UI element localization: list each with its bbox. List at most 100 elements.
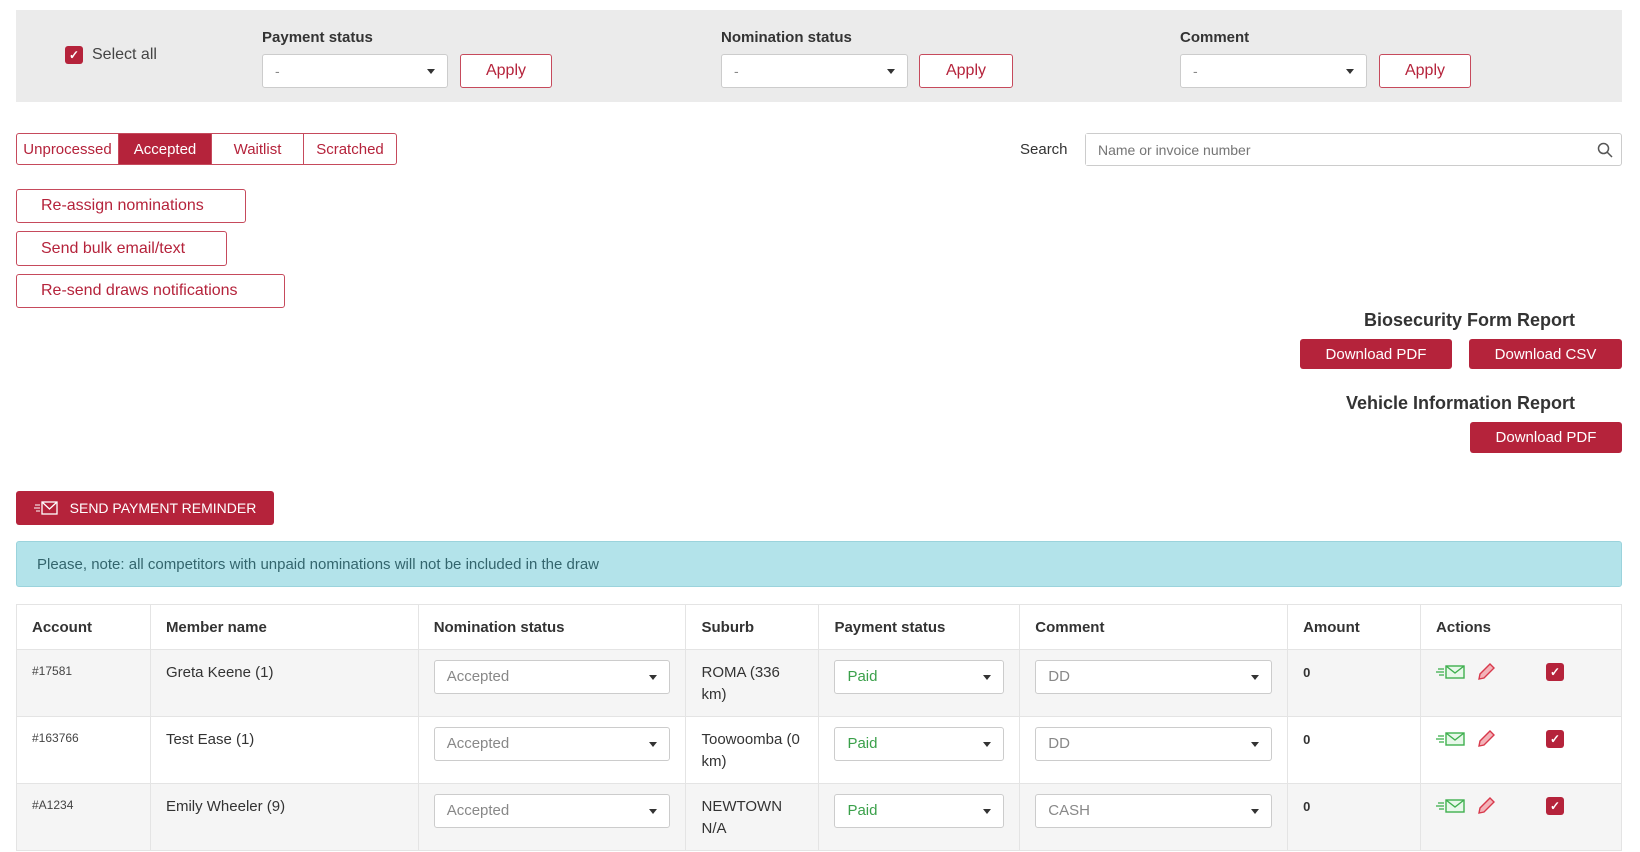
header-amount: Amount: [1287, 604, 1422, 650]
send-payment-reminder-button[interactable]: SEND PAYMENT REMINDER: [16, 491, 274, 525]
header-suburb: Suburb: [685, 604, 820, 650]
vehicle-download-pdf-button[interactable]: Download PDF: [1470, 422, 1622, 453]
payment-status-select[interactable]: Paid: [834, 794, 1005, 828]
biosecurity-download-csv-button[interactable]: Download CSV: [1469, 339, 1622, 369]
tab-waitlist[interactable]: Waitlist: [212, 134, 304, 164]
member-name-cell: Emily Wheeler (9): [149, 783, 419, 851]
header-member-name: Member name: [149, 604, 419, 650]
select-value: DD: [1048, 668, 1070, 685]
payment-status-cell: Paid: [818, 649, 1021, 717]
payment-status-cell: Paid: [818, 783, 1021, 851]
payment-status-filter-label: Payment status: [262, 29, 373, 46]
send-email-icon[interactable]: [1436, 664, 1466, 680]
comment-cell: DD: [1019, 716, 1289, 784]
caret-down-icon: [983, 674, 992, 680]
reassign-nominations-button[interactable]: Re-assign nominations: [16, 189, 246, 223]
nomination-status-cell: Accepted: [417, 783, 687, 851]
nomination-status-select[interactable]: Accepted: [433, 794, 671, 828]
header-payment-status: Payment status: [818, 604, 1021, 650]
vehicle-report-title: Vehicle Information Report: [1345, 393, 1575, 413]
caret-down-icon: [1251, 674, 1260, 680]
suburb-cell: Toowoomba (0 km): [685, 716, 820, 784]
caret-down-icon: [983, 808, 992, 814]
select-value: Accepted: [446, 802, 510, 819]
select-value: -: [275, 63, 280, 79]
send-email-icon[interactable]: [1436, 731, 1466, 747]
actions-cell: ✓: [1420, 783, 1622, 851]
suburb-cell: ROMA (336 km): [685, 649, 820, 717]
select-value: DD: [1048, 735, 1070, 752]
amount-cell: 0: [1287, 716, 1422, 784]
nomination-status-cell: Accepted: [417, 716, 687, 784]
comment-select[interactable]: DD: [1035, 660, 1273, 694]
payment-status-select[interactable]: Paid: [834, 660, 1005, 694]
row-select-checkbox[interactable]: ✓: [1546, 663, 1565, 681]
edit-pencil-icon[interactable]: [1476, 729, 1496, 749]
header-actions: Actions: [1420, 604, 1622, 650]
edit-pencil-icon[interactable]: [1476, 796, 1496, 816]
table-row: #A1234 Emily Wheeler (9) Accepted NEWTOW…: [16, 783, 1622, 851]
select-all-label: Select all: [92, 46, 157, 63]
payment-status-select[interactable]: Paid: [834, 727, 1005, 761]
table-row: #17581 Greta Keene (1) Accepted ROMA (33…: [16, 649, 1622, 717]
comment-filter-label: Comment: [1180, 29, 1250, 46]
suburb-cell: NEWTOWN N/A: [685, 783, 820, 851]
select-value: Paid: [847, 802, 878, 819]
status-tabs: Unprocessed Accepted Waitlist Scratched: [16, 133, 397, 165]
search-input[interactable]: [1086, 134, 1566, 165]
select-value: Accepted: [446, 735, 510, 752]
tab-scratched[interactable]: Scratched: [304, 134, 396, 164]
caret-down-icon: [1251, 741, 1260, 747]
actions-cell: ✓: [1420, 649, 1622, 717]
account-cell: #17581: [16, 649, 151, 717]
payment-status-apply-button[interactable]: Apply: [460, 54, 552, 88]
payment-status-filter-select[interactable]: -: [262, 54, 448, 88]
nomination-status-apply-button[interactable]: Apply: [919, 54, 1013, 88]
amount-cell: 0: [1287, 783, 1422, 851]
select-all-checkbox[interactable]: ✓: [65, 46, 83, 64]
unpaid-notice-alert: Please, note: all competitors with unpai…: [16, 541, 1622, 587]
edit-pencil-icon[interactable]: [1476, 662, 1496, 682]
header-nomination-status: Nomination status: [417, 604, 687, 650]
select-value: Paid: [847, 735, 878, 752]
caret-down-icon: [649, 674, 658, 680]
biosecurity-report-title: Biosecurity Form Report: [1363, 310, 1575, 330]
tab-accepted[interactable]: Accepted: [119, 134, 212, 164]
comment-select[interactable]: CASH: [1035, 794, 1273, 828]
biosecurity-download-pdf-button[interactable]: Download PDF: [1300, 339, 1452, 369]
comment-filter-select[interactable]: -: [1180, 54, 1367, 88]
select-value: Accepted: [446, 668, 510, 685]
select-value: CASH: [1048, 802, 1090, 819]
caret-down-icon: [649, 808, 658, 814]
caret-down-icon: [427, 68, 435, 74]
comment-apply-button[interactable]: Apply: [1379, 54, 1471, 88]
search-label: Search: [1020, 141, 1068, 158]
resend-draws-notifications-button[interactable]: Re-send draws notifications: [16, 274, 285, 308]
nomination-status-select[interactable]: Accepted: [433, 727, 671, 761]
payment-status-cell: Paid: [818, 716, 1021, 784]
caret-down-icon: [887, 68, 895, 74]
nomination-status-select[interactable]: Accepted: [433, 660, 671, 694]
nomination-status-filter-label: Nomination status: [721, 29, 852, 46]
caret-down-icon: [649, 741, 658, 747]
select-value: -: [1193, 63, 1198, 79]
row-select-checkbox[interactable]: ✓: [1546, 797, 1565, 815]
comment-select[interactable]: DD: [1035, 727, 1273, 761]
select-value: -: [734, 63, 739, 79]
select-value: Paid: [847, 668, 878, 685]
tab-unprocessed[interactable]: Unprocessed: [17, 134, 119, 164]
account-cell: #A1234: [16, 783, 151, 851]
send-payment-reminder-label: SEND PAYMENT REMINDER: [69, 500, 257, 516]
row-select-checkbox[interactable]: ✓: [1546, 730, 1565, 748]
fast-mail-icon: [33, 501, 58, 515]
table-header-row: Account Member name Nomination status Su…: [16, 604, 1622, 650]
nomination-status-filter-select[interactable]: -: [721, 54, 908, 88]
send-email-icon[interactable]: [1436, 798, 1466, 814]
header-comment: Comment: [1019, 604, 1289, 650]
search-icon[interactable]: [1597, 142, 1613, 158]
member-name-cell: Test Ease (1): [149, 716, 419, 784]
send-bulk-email-button[interactable]: Send bulk email/text: [16, 231, 227, 266]
account-cell: #163766: [16, 716, 151, 784]
header-account: Account: [16, 604, 151, 650]
actions-cell: ✓: [1420, 716, 1622, 784]
